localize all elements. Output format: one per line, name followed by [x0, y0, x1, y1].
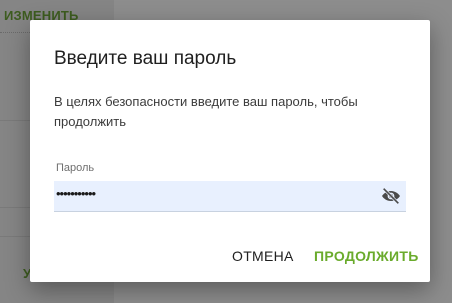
password-value[interactable]: ••••••••••• [56, 186, 96, 201]
dialog-description: В целях безопасности введите ваш пароль,… [54, 94, 358, 129]
eye-off-icon[interactable] [380, 185, 402, 207]
password-label: Пароль [56, 162, 95, 174]
cancel-button[interactable]: ОТМЕНА [232, 248, 294, 264]
dialog-title: Введите ваш пароль [54, 48, 237, 69]
continue-button[interactable]: ПРОДОЛЖИТЬ [314, 248, 419, 264]
password-dialog: Введите ваш пароль В целях безопасности … [30, 20, 430, 282]
password-field[interactable]: ••••••••••• [54, 181, 406, 212]
